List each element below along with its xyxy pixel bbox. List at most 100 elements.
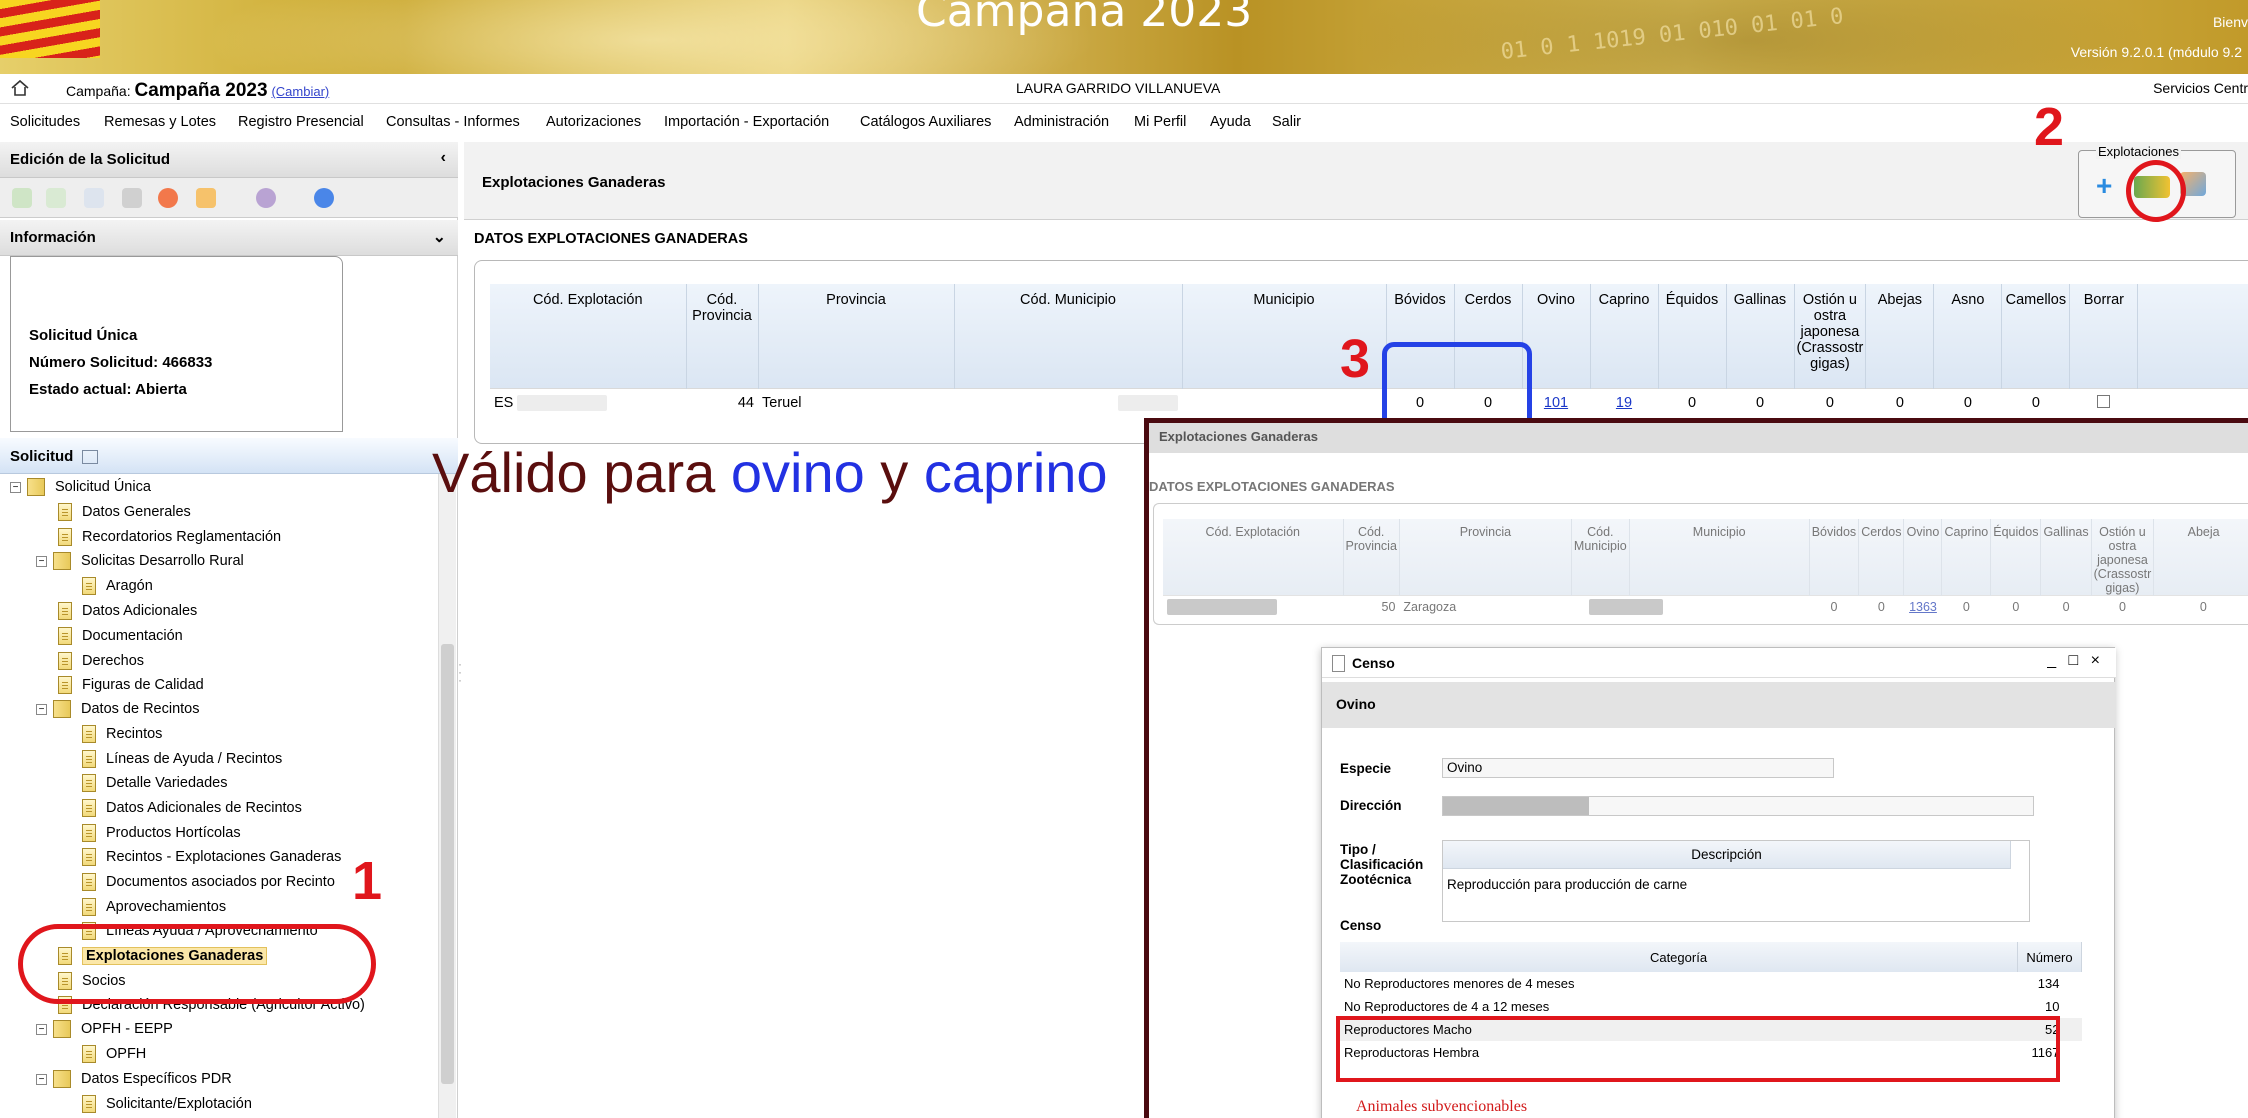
- document-icon: [82, 898, 96, 916]
- menu-remesas-lotes[interactable]: Remesas y Lotes: [104, 114, 216, 130]
- tree-node-lineas-ayuda-recintos[interactable]: Líneas de Ayuda / Recintos: [82, 748, 282, 770]
- tree-node-solicitante-explotacion[interactable]: Solicitante/Explotación: [82, 1093, 252, 1115]
- tree-node-figuras-calidad[interactable]: Figuras de Calidad: [58, 674, 204, 696]
- table-row[interactable]: ES 44 Teruel 0 0 101 19 0 0 0 0 0 0: [490, 387, 2248, 418]
- validate-icon[interactable]: [12, 188, 32, 208]
- tree-node-datos-adicionales[interactable]: Datos Adicionales: [58, 600, 197, 622]
- inset-col-cod-explotacion: Cód. Explotación: [1163, 519, 1344, 596]
- animales-subvencionables-label: Animales subvencionables: [1356, 1098, 1528, 1115]
- menu-autorizaciones[interactable]: Autorizaciones: [546, 114, 641, 130]
- table-row: No Reproductores menores de 4 meses 134: [1340, 972, 2082, 995]
- menu-importacion-exportacion[interactable]: Importación - Exportación: [664, 114, 829, 130]
- col-cod-explotacion[interactable]: Cód. Explotación: [490, 284, 687, 388]
- especie-label: Especie: [1340, 761, 1392, 776]
- home-icon[interactable]: [10, 79, 30, 97]
- tools-icon[interactable]: [84, 188, 104, 208]
- menu-mi-perfil[interactable]: Mi Perfil: [1134, 114, 1186, 130]
- col-cod-provincia[interactable]: Cód. Provincia: [686, 284, 759, 388]
- col-camellos[interactable]: Camellos: [2001, 284, 2071, 388]
- edicion-panel-header[interactable]: Edición de la Solicitud ‹: [0, 142, 458, 178]
- window-controls[interactable]: _ □ ×: [2047, 652, 2104, 670]
- check-icon[interactable]: [46, 188, 66, 208]
- cancel-icon[interactable]: [158, 188, 178, 208]
- info-numero: Número Solicitud: 466833: [29, 354, 213, 371]
- col-asno[interactable]: Asno: [1933, 284, 2003, 388]
- collapse-icon[interactable]: −: [36, 703, 47, 715]
- menu-salir[interactable]: Salir: [1272, 114, 1301, 130]
- tree-node-datos-recintos[interactable]: − Datos de Recintos: [36, 698, 199, 720]
- inset-cell-gallinas: 0: [2040, 595, 2092, 618]
- ovino-census-link[interactable]: 101: [1544, 395, 1568, 411]
- inset-col-gallinas: Gallinas: [2040, 519, 2092, 596]
- tree-node-opfh[interactable]: OPFH: [82, 1043, 146, 1065]
- tree-node-derechos[interactable]: Derechos: [58, 650, 144, 672]
- caprino-census-link[interactable]: 19: [1616, 395, 1632, 411]
- valido-caprino: caprino: [923, 441, 1108, 504]
- tree-node-detalle-variedades[interactable]: Detalle Variedades: [82, 772, 227, 794]
- tipo-value: Reproducción para producción de carne: [1447, 877, 1688, 892]
- col-provincia[interactable]: Provincia: [758, 284, 955, 388]
- panel-splitter[interactable]: · · ·: [458, 658, 464, 686]
- delete-checkbox[interactable]: [2097, 394, 2111, 408]
- col-gallinas[interactable]: Gallinas: [1726, 284, 1795, 388]
- collapse-icon[interactable]: −: [36, 1073, 47, 1085]
- tree-node-documentos-recinto[interactable]: Documentos asociados por Recinto: [82, 871, 335, 893]
- menu-administracion[interactable]: Administración: [1014, 114, 1109, 130]
- cell-camellos: 0: [2001, 387, 2070, 418]
- menu-solicitudes[interactable]: Solicitudes: [10, 114, 80, 130]
- collapse-icon[interactable]: −: [36, 1023, 47, 1035]
- campaign-bar: Campaña: Campaña 2023 (Cambiar) LAURA GA…: [0, 74, 2248, 104]
- col-ovino[interactable]: Ovino: [1522, 284, 1591, 388]
- document-icon: [58, 528, 72, 546]
- col-borrar[interactable]: Borrar: [2069, 284, 2139, 388]
- col-abejas[interactable]: Abejas: [1865, 284, 1935, 388]
- section-title: DATOS EXPLOTACIONES GANADERAS: [474, 231, 748, 247]
- tree-node-solicitas-desarrollo-rural[interactable]: − Solicitas Desarrollo Rural: [36, 550, 244, 572]
- tree-node-recordatorios[interactable]: Recordatorios Reglamentación: [58, 526, 281, 548]
- tree-node-aprovechamientos[interactable]: Aprovechamientos: [82, 896, 226, 918]
- add-icon[interactable]: +: [2096, 170, 2112, 202]
- annotation-red-box: [1336, 1016, 2060, 1082]
- menu-ayuda[interactable]: Ayuda: [1210, 114, 1251, 130]
- direccion-label: Dirección: [1340, 798, 1402, 813]
- tree-node-solicitud-unica[interactable]: − Solicitud Única: [10, 476, 151, 498]
- services-label: Servicios Centr: [2153, 80, 2248, 96]
- pen-icon[interactable]: [196, 188, 216, 208]
- tree-view-icon[interactable]: [81, 450, 98, 465]
- col-ostion[interactable]: Ostión u ostra japonesa (Crassostr gigas…: [1794, 284, 1867, 388]
- tree-node-recintos-explotaciones[interactable]: Recintos - Explotaciones Ganaderas: [82, 846, 341, 868]
- tree-node-productos-horticolas[interactable]: Productos Hortícolas: [82, 822, 241, 844]
- col-cod-municipio[interactable]: Cód. Municipio: [954, 284, 1183, 388]
- change-campaign-link[interactable]: (Cambiar): [271, 84, 329, 99]
- tree-node-documentacion[interactable]: Documentación: [58, 625, 183, 647]
- document-icon: [82, 848, 96, 866]
- menu-registro-presencial[interactable]: Registro Presencial: [238, 114, 364, 130]
- col-caprino[interactable]: Caprino: [1590, 284, 1659, 388]
- back-icon[interactable]: [314, 188, 334, 208]
- tree-node-datos-especificos-pdr[interactable]: − Datos Específicos PDR: [36, 1068, 232, 1090]
- tree-node-aragon[interactable]: Aragón: [82, 575, 153, 597]
- campaign-name: Campaña 2023: [134, 80, 268, 101]
- tree-node-datos-adicionales-recintos[interactable]: Datos Adicionales de Recintos: [82, 797, 302, 819]
- chevron-down-icon[interactable]: ⌄: [433, 227, 446, 247]
- document-icon: [1332, 655, 1345, 672]
- print-icon[interactable]: [122, 188, 142, 208]
- collapse-left-icon[interactable]: ‹: [441, 149, 446, 167]
- inset-table-row: 50 Zaragoza 0 0 1363 0 0 0 0 0: [1163, 595, 2248, 618]
- user-icon[interactable]: [256, 188, 276, 208]
- tree-node-recintos[interactable]: Recintos: [82, 723, 162, 745]
- document-icon: [82, 799, 96, 817]
- tree-scrollbar[interactable]: [438, 474, 456, 1118]
- collapse-icon[interactable]: −: [36, 555, 47, 567]
- tree-node-datos-generales[interactable]: Datos Generales: [58, 501, 191, 523]
- document-icon: [58, 652, 72, 670]
- document-icon: [58, 503, 72, 521]
- redacted-block: [1589, 598, 1664, 615]
- col-equidos[interactable]: Équidos: [1658, 284, 1727, 388]
- main-header: [464, 142, 2248, 220]
- tree-node-opfh-eepp[interactable]: − OPFH - EEPP: [36, 1018, 173, 1040]
- collapse-icon[interactable]: −: [10, 481, 21, 493]
- info-panel-header[interactable]: Información ⌄: [0, 220, 458, 256]
- menu-consultas-informes[interactable]: Consultas - Informes: [386, 114, 520, 130]
- menu-catalogos-auxiliares[interactable]: Catálogos Auxiliares: [860, 114, 991, 130]
